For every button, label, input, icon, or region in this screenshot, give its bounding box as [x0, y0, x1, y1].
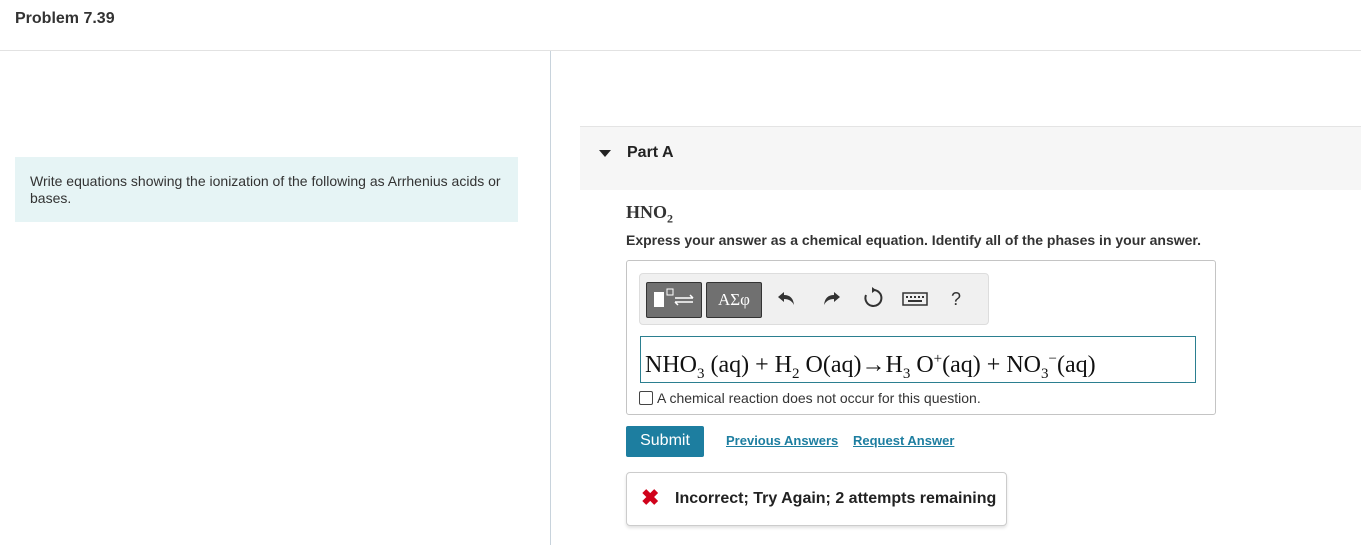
answer-input[interactable]: NHO3 (aq) + H2 O(aq)→H3 O+(aq) + NO3−(aq…: [640, 336, 1196, 383]
eq-superscript: −: [1048, 351, 1057, 367]
instruction-text: Express your answer as a chemical equati…: [626, 232, 1201, 248]
problem-statement: Write equations showing the ionization o…: [15, 157, 518, 222]
eq-part: (aq) + NO: [942, 352, 1041, 378]
eq-subscript: 3: [1040, 365, 1049, 382]
part-label: Part A: [627, 144, 674, 161]
submit-button[interactable]: Submit: [626, 426, 704, 457]
equation-toolbar: ΑΣφ ?: [639, 273, 989, 325]
caret-down-icon[interactable]: [599, 150, 611, 157]
eq-part: O(aq)→H: [799, 352, 903, 378]
feedback-box: ✖ Incorrect; Try Again; 2 attempts remai…: [626, 472, 1007, 526]
answer-panel: ΑΣφ ? NHO3 (aq) + H2 O(aq)→H3 O+(aq) + N…: [626, 260, 1216, 415]
question-formula: HNO2: [626, 202, 673, 227]
keyboard-icon[interactable]: [902, 287, 928, 315]
header-divider: [0, 50, 1361, 51]
help-button[interactable]: ?: [951, 287, 961, 311]
eq-part: (aq): [1056, 352, 1096, 378]
no-reaction-label: A chemical reaction does not occur for t…: [657, 390, 981, 406]
formula-text: HNO: [626, 202, 668, 222]
eq-part: NHO: [645, 352, 697, 378]
feedback-message: Incorrect; Try Again; 2 attempts remaini…: [675, 490, 997, 507]
previous-answers-link[interactable]: Previous Answers: [726, 433, 838, 448]
column-divider: [550, 51, 551, 545]
templates-icon: [654, 288, 694, 307]
part-a-header[interactable]: Part A: [580, 126, 1361, 190]
reset-icon[interactable]: [862, 287, 884, 315]
eq-part: O: [910, 352, 934, 378]
redo-icon[interactable]: [820, 287, 842, 315]
eq-subscript: 2: [792, 365, 800, 382]
formula-subscript: 2: [667, 211, 674, 226]
undo-icon[interactable]: [776, 287, 798, 315]
page-title: Problem 7.39: [15, 10, 115, 27]
x-mark-icon: ✖: [641, 485, 660, 510]
no-reaction-checkbox[interactable]: [639, 391, 653, 405]
templates-button[interactable]: [646, 282, 702, 318]
no-reaction-option[interactable]: A chemical reaction does not occur for t…: [639, 390, 981, 406]
eq-part: (aq) + H: [704, 352, 793, 378]
request-answer-link[interactable]: Request Answer: [853, 433, 954, 448]
greek-symbols-button[interactable]: ΑΣφ: [706, 282, 762, 318]
eq-subscript: 3: [697, 365, 705, 382]
eq-superscript: +: [933, 351, 943, 367]
